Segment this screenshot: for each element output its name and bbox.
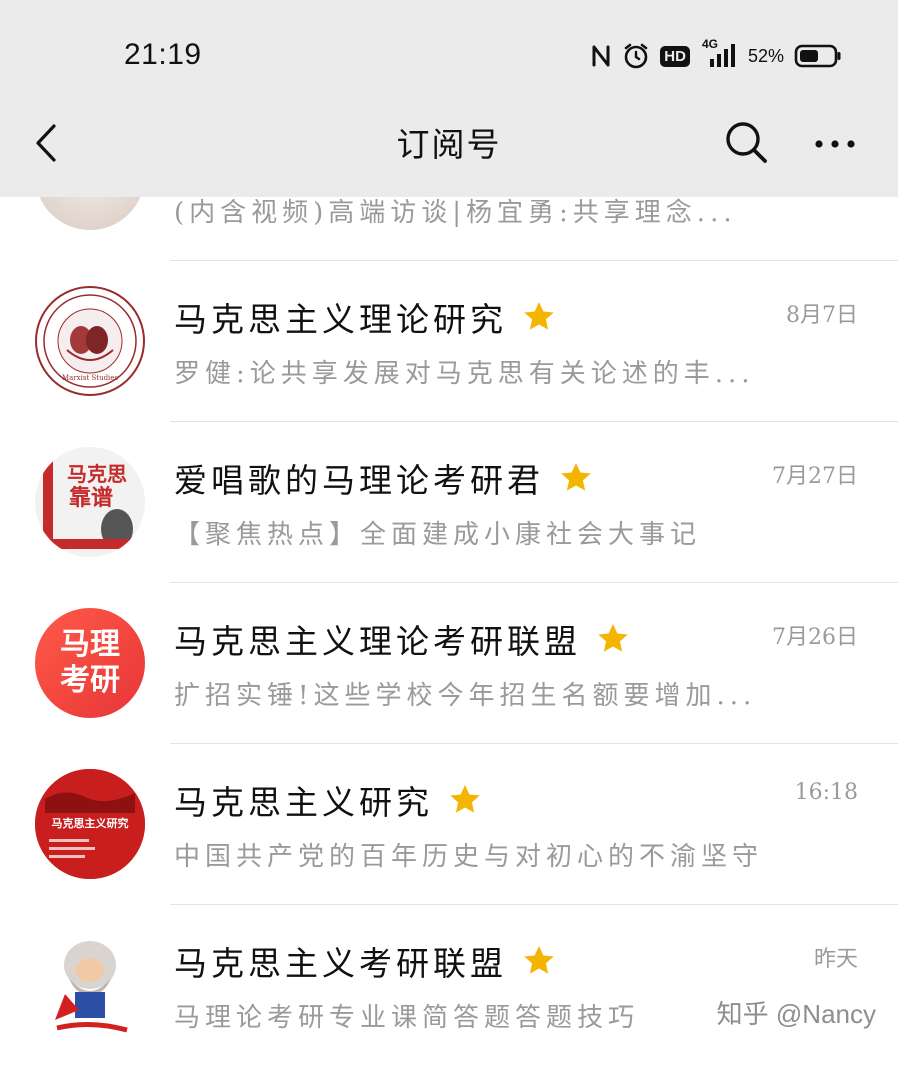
- list-item-name: 马克思主义理论研究: [174, 293, 557, 341]
- avatar-text-badge: 马理 考研: [35, 608, 145, 718]
- list-item-preview: 马理论考研专业课简答题答题技巧: [174, 1003, 640, 1033]
- more-button[interactable]: [810, 120, 860, 168]
- star-icon: [521, 943, 557, 979]
- network-label: 4G: [701, 37, 718, 51]
- item-title: 马克思主义研究: [174, 783, 433, 822]
- star-icon: [595, 621, 631, 657]
- list-item-preview: 罗健:论共享发展对马克思有关论述的丰...: [174, 359, 755, 389]
- list-item-name: 爱唱歌的马理论考研君: [174, 454, 594, 502]
- list-item[interactable]: Marxist Studies 马克思主义理论研究 8月7日 罗健:论共享发展对…: [0, 261, 898, 422]
- avatar-cartoon-marx: [35, 930, 145, 1040]
- svg-text:马克思: 马克思: [67, 462, 127, 486]
- avatar-journal-cover: 马克思主义研究: [35, 769, 145, 879]
- item-title: 爱唱歌的马理论考研君: [174, 461, 544, 500]
- svg-text:Marxist Studies: Marxist Studies: [62, 374, 118, 382]
- list-item-preview: 【聚焦热点】全面建成小康社会大事记: [174, 520, 702, 550]
- battery-icon: [794, 43, 842, 69]
- status-time: 21:19: [124, 38, 202, 71]
- star-icon: [558, 460, 594, 496]
- more-icon: [815, 140, 855, 148]
- signal-icon: 4G: [700, 37, 738, 71]
- list-item[interactable]: 马理 考研 马克思主义理论考研联盟 7月26日 扩招实锤!这些学校今年招生名额要…: [0, 583, 898, 744]
- watermark: 知乎 @Nancy: [716, 999, 876, 1029]
- list-item[interactable]: 马克思主义研究 马克思主义研究 16:18 中国共产党的百年历史与对初心的不渝坚…: [0, 744, 898, 905]
- avatar-marxist-studies: Marxist Studies: [35, 286, 145, 396]
- search-icon: [726, 122, 767, 163]
- star-icon: [447, 782, 483, 818]
- svg-text:靠谱: 靠谱: [69, 485, 113, 511]
- list-item-date: 7月26日: [772, 625, 858, 650]
- hd-icon: HD: [660, 45, 690, 67]
- list-item[interactable]: 马克思 靠谱 爱唱歌的马理论考研君 7月27日 【聚焦热点】全面建成小康社会大事…: [0, 422, 898, 583]
- search-button[interactable]: [722, 118, 770, 166]
- avatar-book-cover: 马克思 靠谱: [35, 447, 145, 557]
- list-item-name: 马克思主义考研联盟: [174, 937, 557, 985]
- item-title: 马克思主义理论考研联盟: [174, 622, 581, 661]
- alarm-icon: [622, 42, 650, 70]
- list-item-date: 16:18: [794, 780, 858, 805]
- item-title: 马克思主义考研联盟: [174, 944, 507, 983]
- list-item-preview: 中国共产党的百年历史与对初心的不渝坚守: [174, 842, 764, 872]
- battery-percent: 52%: [747, 45, 784, 66]
- star-icon: [521, 299, 557, 335]
- list-item-date: 7月27日: [772, 464, 858, 489]
- list-item-name: 马克思主义理论考研联盟: [174, 615, 631, 663]
- list-item-preview: 扩招实锤!这些学校今年招生名额要增加...: [174, 681, 757, 711]
- status-icons: HD 4G 52%: [590, 37, 842, 74]
- avatar-text: 马理: [60, 627, 120, 662]
- avatar-text: 马克思主义研究: [52, 816, 129, 830]
- nfc-icon: [590, 43, 612, 69]
- list-item[interactable]: 马克思主义考研联盟 昨天 马理论考研专业课简答题答题技巧: [0, 905, 898, 1066]
- list-item-date: 8月7日: [786, 303, 858, 328]
- list-item-preview: (内含视频)高端访谈|杨宜勇:共享理念...: [174, 198, 737, 228]
- app-header: 21:19 HD 4G 52% 订阅号: [0, 0, 898, 197]
- avatar-text: 考研: [60, 663, 120, 698]
- item-title: 马克思主义理论研究: [174, 300, 507, 339]
- list-item-date: 昨天: [813, 947, 858, 972]
- list-item-name: 马克思主义研究: [174, 776, 483, 824]
